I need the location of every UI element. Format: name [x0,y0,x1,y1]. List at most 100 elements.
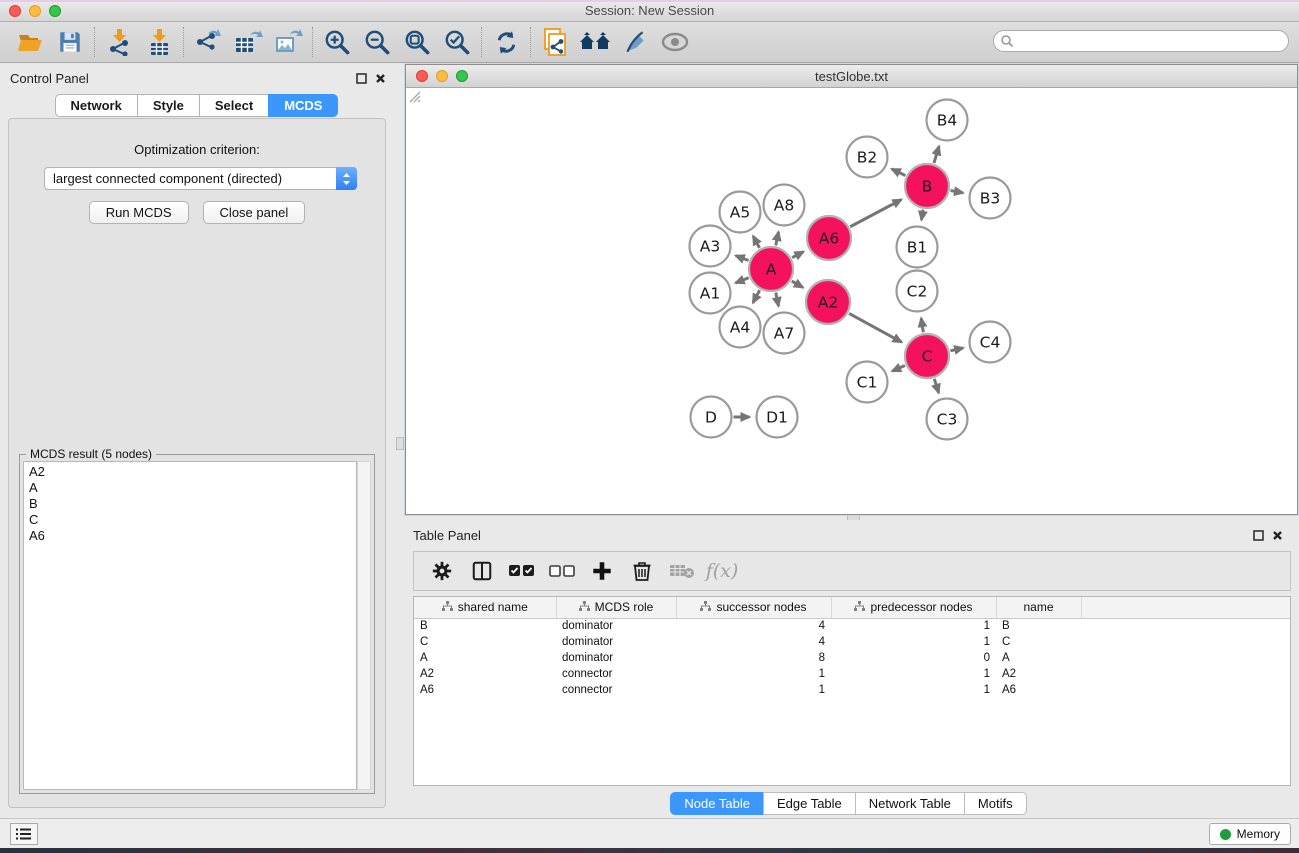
column-header-shared-name[interactable]: shared name [414,597,556,618]
table-cell[interactable]: A2 [414,666,556,682]
mcds-result-item[interactable]: A6 [29,528,351,544]
graph-node-A8[interactable]: A8 [764,185,805,226]
graph-node-C[interactable]: C [905,334,949,378]
table-cell[interactable]: 1 [831,682,996,698]
graph-node-A7[interactable]: A7 [764,313,805,354]
tab-select[interactable]: Select [199,94,269,117]
open-session-icon[interactable] [10,25,50,59]
column-header-name[interactable]: name [996,597,1081,618]
table-row[interactable]: A6connector11A6 [414,682,1291,698]
graph-edge-B-B1[interactable] [921,210,923,220]
graph-edge-A-A5[interactable] [753,236,759,248]
zoom-fit-icon[interactable] [397,25,437,59]
graph-node-A1[interactable]: A1 [690,273,731,314]
network-canvas[interactable]: B4B2BB3A8A5A6A3B1AA1C2A2A4A7C4CC1DD1C3 [406,88,1297,514]
add-column-icon[interactable] [584,556,620,586]
column-header-MCDS-role[interactable]: MCDS role [556,597,676,618]
table-row[interactable]: Bdominator41B [414,618,1291,634]
table-cell[interactable]: dominator [556,650,676,666]
table-row[interactable]: Cdominator41C [414,634,1291,650]
table-cell[interactable]: A6 [996,682,1081,698]
graph-svg[interactable]: B4B2BB3A8A5A6A3B1AA1C2A2A4A7C4CC1DD1C3 [406,88,1297,514]
delete-icon[interactable] [624,556,660,586]
mcds-result-item[interactable]: A [29,480,351,496]
gear-icon[interactable] [424,556,460,586]
refresh-icon[interactable] [486,25,526,59]
table-cell[interactable]: 4 [676,634,831,650]
first-neighbors-icon[interactable] [575,25,615,59]
table-cell[interactable]: A2 [996,666,1081,682]
table-cell[interactable]: dominator [556,634,676,650]
graph-node-B[interactable]: B [905,164,949,208]
table-cell[interactable]: 1 [831,634,996,650]
search-field[interactable] [993,30,1289,52]
table-cell[interactable]: A6 [414,682,556,698]
graph-node-C2[interactable]: C2 [897,271,938,312]
graph-edge-B-B4[interactable] [934,146,939,163]
column-view-icon[interactable] [464,556,500,586]
graph-node-A3[interactable]: A3 [690,226,731,267]
graph-edge-B-B3[interactable] [951,190,963,192]
table-cell[interactable]: C [996,634,1081,650]
graph-node-C3[interactable]: C3 [927,399,968,440]
select-all-icon[interactable] [504,556,540,586]
zoom-out-icon[interactable] [357,25,397,59]
graph-edge-C-C4[interactable] [950,348,963,351]
table-cell[interactable]: 0 [831,650,996,666]
graph-edge-A-A4[interactable] [753,290,760,303]
table-cell[interactable]: A [414,650,556,666]
zoom-in-icon[interactable] [317,25,357,59]
graph-node-A4[interactable]: A4 [720,307,761,348]
graph-edge-A-A3[interactable] [736,256,749,261]
vertical-splitter-handle[interactable] [396,437,404,450]
search-input[interactable] [1014,32,1288,50]
float-panel-icon[interactable] [356,73,367,84]
graph-node-C4[interactable]: C4 [970,322,1011,363]
graph-node-A2[interactable]: A2 [806,280,850,324]
graph-edge-A6-B[interactable] [850,200,901,227]
export-table-icon[interactable] [228,25,268,59]
graph-edge-B-B2[interactable] [892,169,906,176]
tab-mcds[interactable]: MCDS [268,94,338,117]
optimization-criterion-dropdown[interactable]: largest connected component (directed) [44,167,357,190]
graph-node-C1[interactable]: C1 [847,362,888,403]
tab-network[interactable]: Network [55,94,138,117]
table-cell[interactable]: B [414,618,556,634]
hide-annotations-icon[interactable] [615,25,655,59]
table-cell[interactable]: 8 [676,650,831,666]
table-cell[interactable]: connector [556,666,676,682]
tab-motifs[interactable]: Motifs [964,792,1027,815]
delete-table-icon[interactable] [664,556,700,586]
graph-node-B2[interactable]: B2 [847,137,888,178]
graph-node-B3[interactable]: B3 [970,178,1011,219]
close-panel-icon[interactable] [375,73,386,84]
graph-node-A6[interactable]: A6 [807,216,851,260]
table-cell[interactable]: 1 [676,666,831,682]
table-cell[interactable]: 4 [676,618,831,634]
graph-node-D1[interactable]: D1 [757,397,798,438]
export-image-icon[interactable] [268,25,308,59]
tab-network-table[interactable]: Network Table [855,792,965,815]
table-cell[interactable]: B [996,618,1081,634]
task-history-button[interactable] [10,823,38,845]
graph-node-B1[interactable]: B1 [897,227,938,268]
graph-edge-C-C1[interactable] [892,366,905,372]
tab-node-table[interactable]: Node Table [670,792,764,815]
tab-edge-table[interactable]: Edge Table [763,792,856,815]
mcds-result-list[interactable]: A2ABCA6 [23,461,357,790]
table-cell[interactable]: A [996,650,1081,666]
run-mcds-button[interactable]: Run MCDS [89,201,189,224]
close-table-panel-icon[interactable] [1272,530,1283,541]
table-cell[interactable]: 1 [676,682,831,698]
tab-style[interactable]: Style [137,94,200,117]
save-session-icon[interactable] [50,25,90,59]
memory-button[interactable]: Memory [1209,823,1291,845]
table-row[interactable]: Adominator80A [414,650,1291,666]
table-cell[interactable]: 1 [831,618,996,634]
mcds-result-item[interactable]: A2 [29,464,351,480]
graph-edge-A2-C[interactable] [849,313,901,342]
graph-edge-A-A1[interactable] [736,278,749,283]
zoom-selected-icon[interactable] [437,25,477,59]
float-table-panel-icon[interactable] [1253,530,1264,541]
deselect-all-icon[interactable] [544,556,580,586]
